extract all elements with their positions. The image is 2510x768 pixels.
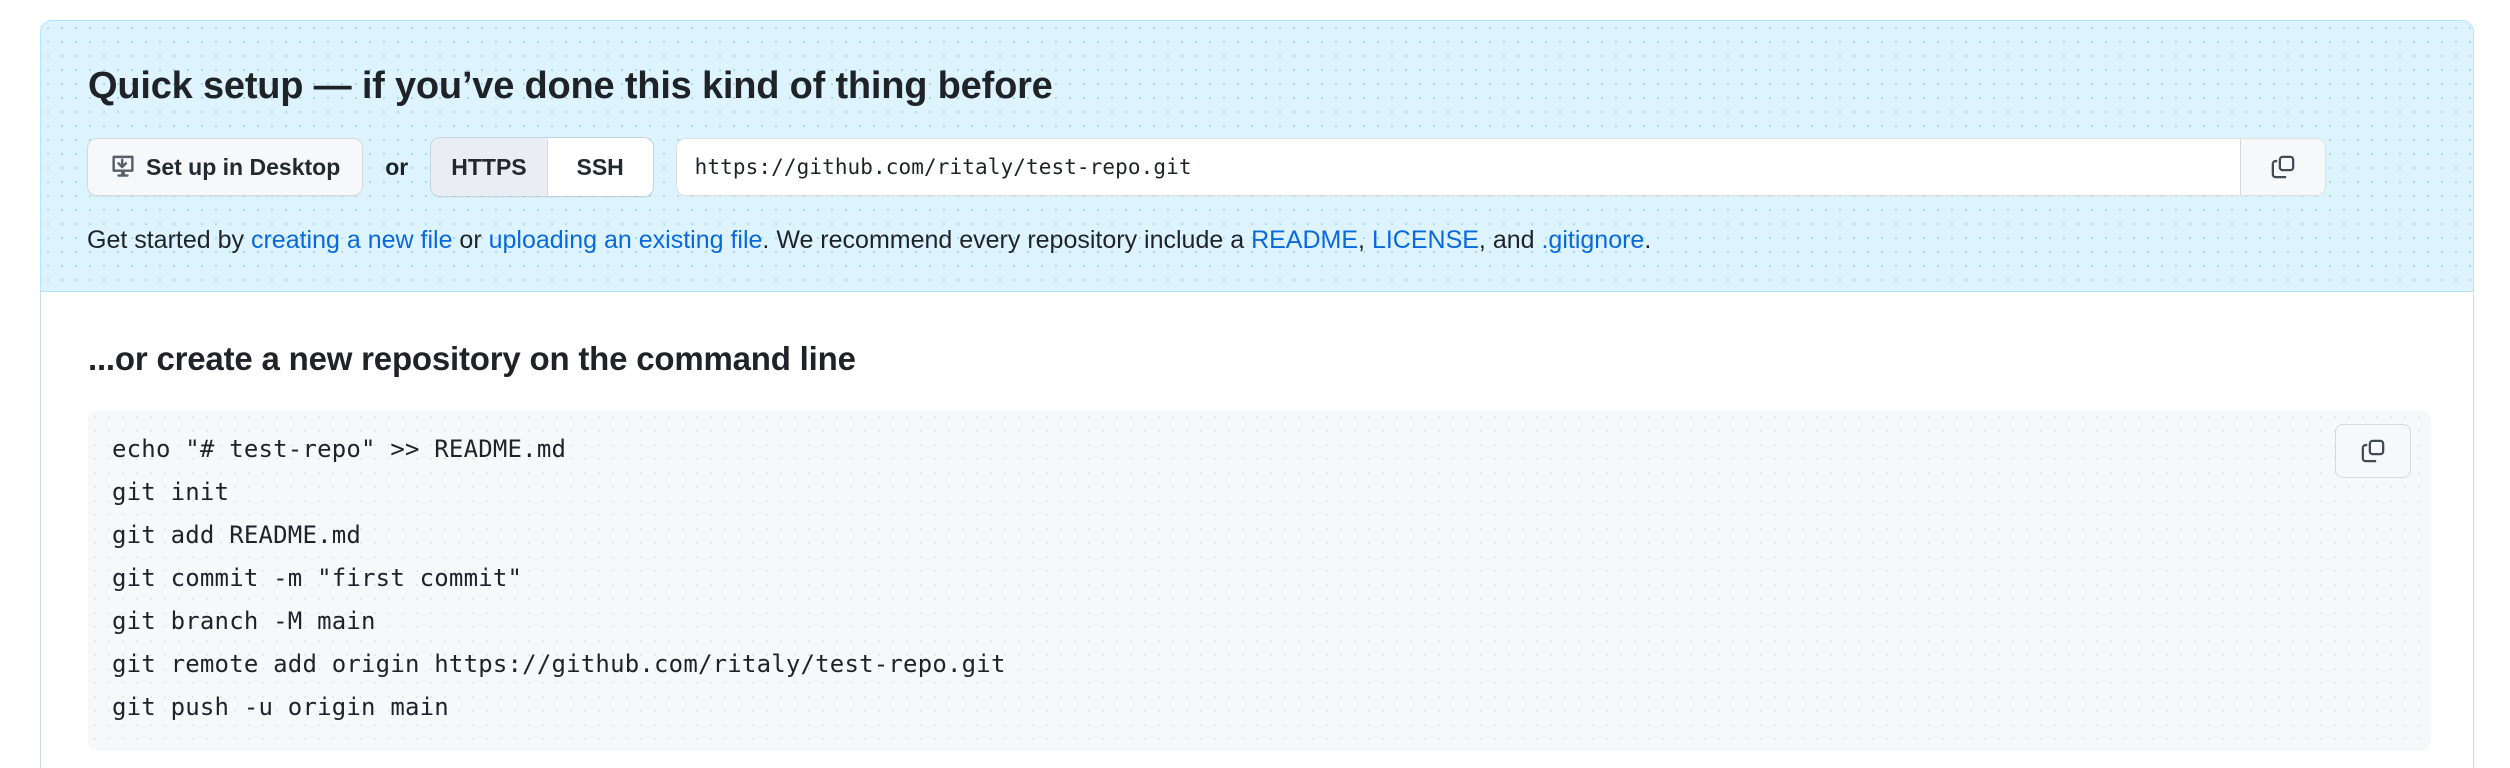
or-separator-label: or (385, 153, 409, 180)
code-line: git branch -M main (112, 607, 376, 635)
code-line: git remote add origin https://github.com… (112, 650, 1006, 678)
copy-icon (2359, 437, 2387, 465)
link-uploading-an-existing-file[interactable]: uploading an existing file (489, 226, 763, 254)
protocol-https-button[interactable]: HTTPS (431, 138, 547, 196)
link-gitignore[interactable]: .gitignore (1541, 226, 1644, 254)
command-line-title: ...or create a new repository on the com… (88, 340, 856, 377)
get-started-or: or (452, 226, 489, 254)
get-started-text: Get started by creating a new file or up… (87, 223, 1651, 258)
get-started-sep1: , (1358, 226, 1372, 254)
copy-code-block-button[interactable] (2335, 424, 2411, 478)
code-line: git init (112, 478, 230, 506)
command-line-section: ...or create a new repository on the com… (40, 292, 2474, 768)
clone-controls-row: Set up in Desktop or HTTPS SSH https://g… (87, 137, 2326, 197)
quick-setup-title: Quick setup — if you’ve done this kind o… (88, 65, 1053, 107)
code-line: git add README.md (112, 521, 362, 549)
get-started-prefix: Get started by (87, 226, 251, 254)
desktop-download-icon (110, 154, 136, 180)
get-started-suffix: . (1644, 226, 1652, 254)
command-line-code-block: echo "# test-repo" >> README.md git init… (88, 410, 2431, 751)
quick-setup-panel: Quick setup — if you’ve done this kind o… (40, 20, 2474, 292)
copy-icon (2269, 153, 2297, 181)
protocol-ssh-button[interactable]: SSH (546, 138, 653, 196)
get-started-recommend: . We recommend every repository include … (762, 226, 1252, 254)
link-creating-a-new-file[interactable]: creating a new file (251, 226, 453, 254)
link-license[interactable]: LICENSE (1372, 226, 1479, 254)
protocol-toggle-group: HTTPS SSH (430, 137, 654, 197)
set-up-in-desktop-label: Set up in Desktop (146, 153, 341, 180)
set-up-in-desktop-button[interactable]: Set up in Desktop (87, 138, 364, 196)
link-readme[interactable]: README (1251, 226, 1358, 254)
copy-clone-url-button[interactable] (2239, 139, 2325, 195)
clone-url-input[interactable]: https://github.com/ritaly/test-repo.git (676, 139, 2240, 195)
get-started-sep2: , and (1478, 226, 1542, 254)
code-line: git commit -m "first commit" (112, 564, 523, 592)
code-line: echo "# test-repo" >> README.md (112, 435, 567, 463)
clone-url-container: https://github.com/ritaly/test-repo.git (675, 138, 2326, 196)
code-line: git push -u origin main (112, 693, 449, 721)
repository-quick-setup-page: Quick setup — if you’ve done this kind o… (0, 0, 2510, 768)
